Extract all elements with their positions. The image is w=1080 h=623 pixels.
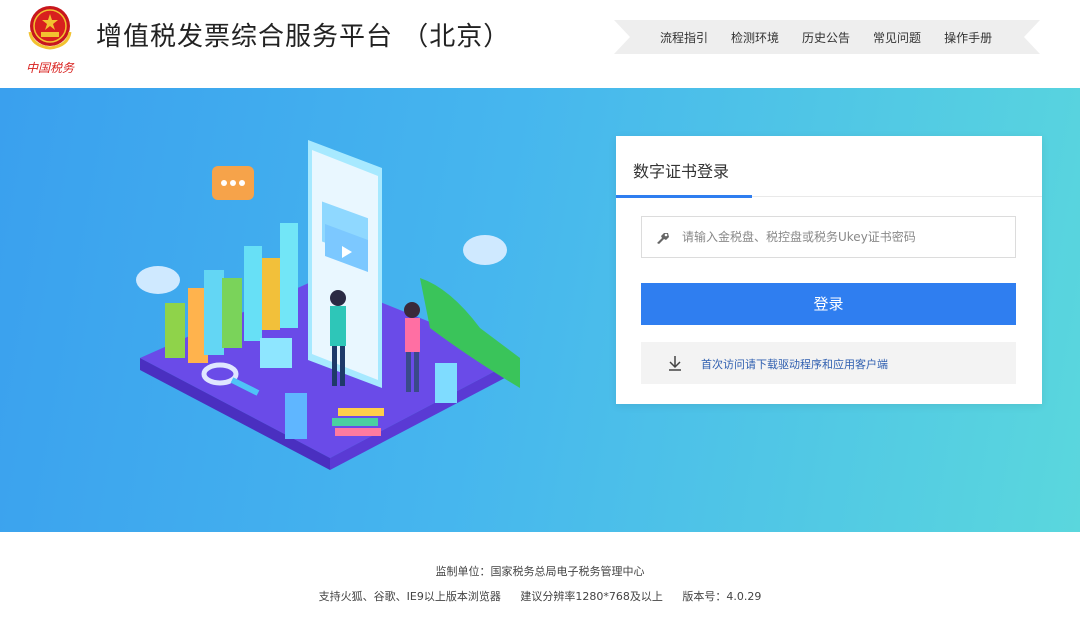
footer-supervisor: 监制单位：国家税务总局电子税务管理中心 [435,565,645,578]
footer-info: 支持火狐、谷歌、IE9以上版本浏览器 建议分辨率1280*768及以上 版本号：… [0,588,1080,604]
top-nav: 流程指引 检测环境 历史公告 常见问题 操作手册 [614,20,1040,54]
footer-resolution: 建议分辨率1280*768及以上 [520,590,663,603]
download-row[interactable]: 首次访问请下载驱动程序和应用客户端 [641,342,1016,384]
download-client-link[interactable]: 首次访问请下载驱动程序和应用客户端 [701,356,888,372]
nav-item-check-environment[interactable]: 检测环境 [731,29,779,46]
nav-item-history-notices[interactable]: 历史公告 [802,29,850,46]
password-field[interactable] [641,216,1016,258]
page-header: 中国税务 增值税发票综合服务平台 （北京） 流程指引 检测环境 历史公告 常见问… [0,0,1080,88]
password-input[interactable] [682,217,1012,257]
nav-item-faq[interactable]: 常见问题 [873,29,921,46]
key-icon [657,233,669,244]
site-title: 增值税发票综合服务平台 （北京） [96,22,511,52]
logo-text: 中国税务 [26,61,75,75]
hero-banner: 数字证书登录 登录 首次访问请下载驱动程序和应用客户端 [0,88,1080,532]
tax-emblem-logo: 中国税务 [22,2,78,78]
tax-emblem-icon: 中国税务 [26,6,75,75]
card-divider [752,196,1042,197]
page-footer: 监制单位：国家税务总局电子税务管理中心 支持火狐、谷歌、IE9以上版本浏览器 建… [0,532,1080,623]
card-title: 数字证书登录 [633,162,730,181]
nav-item-process-guide[interactable]: 流程指引 [660,29,708,46]
login-card: 数字证书登录 登录 首次访问请下载驱动程序和应用客户端 [616,136,1042,404]
nav-item-manual[interactable]: 操作手册 [944,29,992,46]
footer-version: 版本号：4.0.29 [682,590,762,603]
tab-certificate-login[interactable]: 数字证书登录 [616,136,752,198]
login-button[interactable]: 登录 [641,283,1016,325]
footer-browsers: 支持火狐、谷歌、IE9以上版本浏览器 [318,590,501,603]
download-arrow-icon [669,356,681,371]
data-illustration [136,140,520,470]
